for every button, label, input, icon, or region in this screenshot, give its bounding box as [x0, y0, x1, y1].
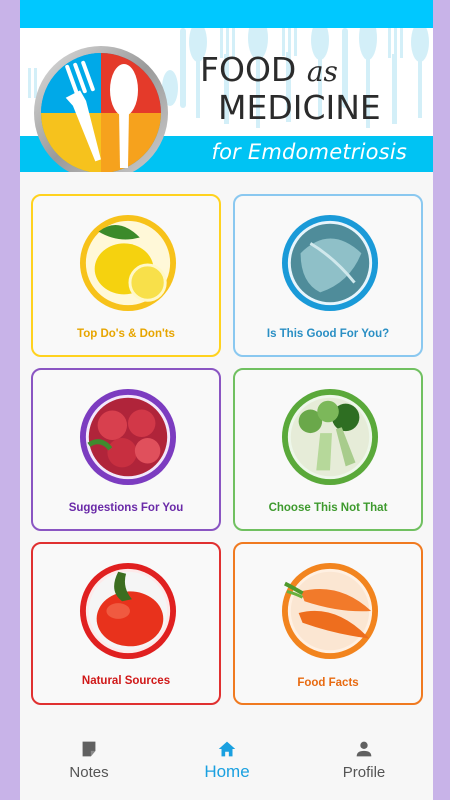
card-label: Top Do's & Don'ts: [77, 328, 175, 340]
card-is-this-good[interactable]: Is This Good For You?: [233, 194, 423, 357]
title-as: as: [306, 55, 338, 88]
nav-notes[interactable]: Notes: [20, 728, 158, 800]
app-banner: FOOD as MEDICINE for Emdometriosis: [20, 28, 433, 172]
app-screen: FOOD as MEDICINE for Emdometriosis Top D…: [20, 0, 433, 800]
card-label: Natural Sources: [81, 675, 171, 687]
card-choose-this[interactable]: Choose This Not That: [233, 368, 423, 531]
carrots-icon: [281, 562, 379, 660]
pepper-icon: [79, 562, 177, 660]
nav-notes-label: Notes: [69, 764, 109, 781]
card-label: Choose This Not That: [268, 502, 388, 514]
lemon-icon: [79, 214, 177, 312]
card-label: Is This Good For You?: [266, 328, 390, 340]
home-icon: [218, 741, 236, 757]
broccoli-icon: [281, 388, 379, 486]
bottom-nav: Notes Home Profile: [20, 728, 433, 800]
nav-profile-label: Profile: [342, 764, 386, 781]
nav-home-label: Home: [204, 762, 250, 781]
app-title: FOOD as MEDICINE: [200, 52, 381, 126]
card-label: Suggestions For You: [68, 502, 184, 514]
status-bar: [20, 0, 433, 28]
card-top-dos-donts[interactable]: Top Do's & Don'ts: [31, 194, 221, 357]
title-medicine: MEDICINE: [218, 88, 381, 127]
card-label: Food Facts: [297, 677, 359, 689]
card-natural-sources[interactable]: Natural Sources: [31, 542, 221, 705]
raspberries-icon: [79, 388, 177, 486]
card-suggestions[interactable]: Suggestions For You: [31, 368, 221, 531]
cabbage-icon: [281, 214, 379, 312]
nav-profile[interactable]: Profile: [295, 728, 433, 800]
person-icon: [356, 741, 372, 757]
app-logo-icon: [34, 46, 168, 172]
app-subtitle: for Emdometriosis: [211, 140, 407, 164]
note-icon: [82, 741, 96, 757]
nav-home[interactable]: Home: [158, 728, 296, 800]
card-food-facts[interactable]: Food Facts: [233, 542, 423, 705]
title-food: FOOD: [200, 50, 297, 89]
